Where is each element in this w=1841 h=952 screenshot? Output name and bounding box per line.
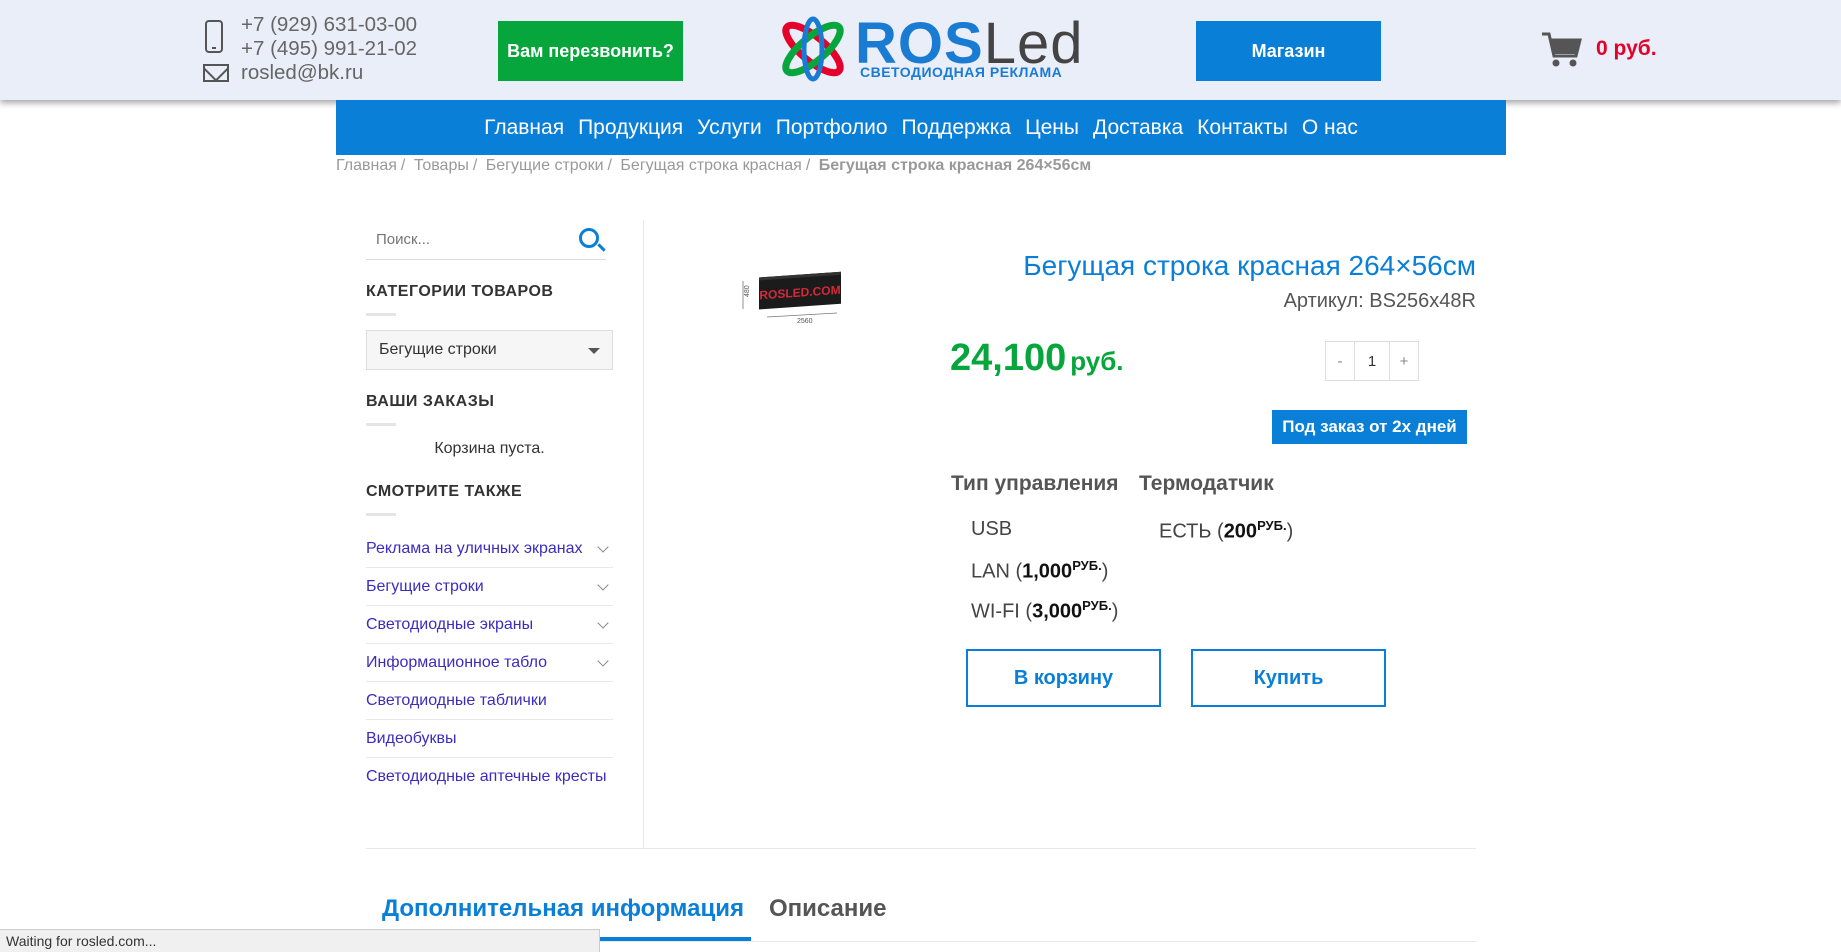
qty-plus-button[interactable]: + — [1389, 341, 1419, 381]
chevron-down-icon — [588, 348, 600, 354]
breadcrumb-current: Бегущая строка красная 264×56см — [818, 157, 1092, 174]
chevron-down-icon[interactable] — [597, 540, 609, 553]
nav-item-support[interactable]: Поддержка — [902, 116, 1012, 140]
mail-icon — [203, 64, 229, 82]
content-divider — [366, 848, 1476, 849]
breadcrumb-parent[interactable]: Бегущая строка красная — [620, 157, 801, 174]
nav-item-about[interactable]: О нас — [1302, 116, 1358, 140]
product-dim-width: 2560 — [797, 318, 813, 325]
tab-description[interactable]: Описание — [769, 895, 887, 923]
chevron-down-icon[interactable] — [597, 616, 609, 629]
shop-button[interactable]: Магазин — [1196, 21, 1381, 81]
qty-minus-button[interactable]: - — [1325, 341, 1355, 381]
product-title: Бегущая строка красная 264×56см — [1023, 250, 1476, 281]
product-price: 24,100 руб. — [950, 337, 1124, 379]
nav-item-contacts[interactable]: Контакты — [1197, 116, 1288, 140]
orders-title: ВАШИ ЗАКАЗЫ — [366, 393, 495, 426]
cart-empty-text: Корзина пуста. — [434, 440, 545, 457]
search-box — [366, 220, 606, 260]
category-select-value: Бегущие строки — [379, 341, 497, 358]
breadcrumb-category[interactable]: Бегущие строки — [486, 157, 604, 174]
callback-button[interactable]: Вам перезвонить? — [498, 21, 683, 81]
see-also-list: Реклама на уличных экранах Бегущие строк… — [366, 530, 613, 796]
logo[interactable]: ROSLed СВЕТОДИОДНАЯ РЕКЛАМА — [775, 14, 1082, 84]
categories-title: КАТЕГОРИИ ТОВАРОВ — [366, 283, 554, 316]
option-lan[interactable]: LAN (1,000РУБ.) — [971, 558, 1108, 584]
nav-item-prices[interactable]: Цены — [1025, 116, 1079, 140]
category-select[interactable]: Бегущие строки — [366, 330, 613, 370]
see-also-item[interactable]: Бегущие строки — [366, 568, 613, 606]
see-also-item[interactable]: Информационное табло — [366, 644, 613, 682]
see-also-title: СМОТРИТЕ ТАКЖЕ — [366, 483, 523, 516]
phone-icon — [205, 20, 223, 53]
see-also-item[interactable]: Реклама на уличных экранах — [366, 530, 613, 568]
breadcrumb: Главная / Товары / Бегущие строки / Бегущая… — [336, 157, 1092, 174]
nav-item-services[interactable]: Услуги — [697, 116, 762, 140]
sensor-title: Термодатчик — [1139, 472, 1274, 495]
product-image[interactable]: ROSLED.COM 480 2560 — [737, 265, 852, 325]
see-also-item[interactable]: Светодиодные экраны — [366, 606, 613, 644]
see-also-item[interactable]: Светодиодные аптечные кресты — [366, 758, 613, 796]
buy-button[interactable]: Купить — [1191, 649, 1386, 707]
search-icon[interactable] — [579, 228, 599, 248]
browser-status-bar: Waiting for rosled.com... — [0, 929, 600, 952]
nav-item-portfolio[interactable]: Портфолио — [776, 116, 888, 140]
phone-2[interactable]: +7 (495) 991-21-02 — [241, 37, 417, 61]
search-input[interactable] — [366, 220, 566, 258]
logo-icon — [782, 16, 844, 82]
nav-item-home[interactable]: Главная — [484, 116, 564, 140]
qty-input[interactable]: 1 — [1355, 341, 1389, 381]
logo-subtitle: СВЕТОДИОДНАЯ РЕКЛАМА — [860, 64, 1063, 80]
cart-icon[interactable] — [1540, 30, 1582, 70]
contact-info: +7 (929) 631-03-00 +7 (495) 991-21-02 ro… — [241, 13, 417, 85]
option-wifi[interactable]: WI-FI (3,000РУБ.) — [971, 598, 1118, 624]
availability-badge: Под заказ от 2х дней — [1272, 410, 1467, 444]
option-sensor-yes[interactable]: ЕСТЬ (200РУБ.) — [1159, 518, 1293, 544]
option-usb[interactable]: USB — [971, 518, 1012, 541]
email-link[interactable]: rosled@bk.ru — [241, 61, 417, 85]
nav-item-products[interactable]: Продукция — [578, 116, 683, 140]
see-also-item[interactable]: Видеобуквы — [366, 720, 613, 758]
add-to-cart-button[interactable]: В корзину — [966, 649, 1161, 707]
main-nav: Главная Продукция Услуги Портфолио Подде… — [336, 100, 1506, 155]
chevron-down-icon[interactable] — [597, 578, 609, 591]
tab-additional-info[interactable]: Дополнительная информация — [382, 895, 744, 923]
quantity-stepper: - 1 + — [1325, 341, 1419, 381]
breadcrumb-goods[interactable]: Товары — [414, 157, 469, 174]
control-type-title: Тип управления — [951, 472, 1119, 495]
chevron-down-icon[interactable] — [597, 654, 609, 667]
sidebar-divider — [643, 220, 644, 848]
product-sku: Артикул: BS256x48R — [1283, 290, 1476, 312]
see-also-item[interactable]: Светодиодные таблички — [366, 682, 613, 720]
cart-total[interactable]: 0 руб. — [1596, 37, 1657, 61]
product-dim-height: 480 — [744, 285, 751, 297]
breadcrumb-home[interactable]: Главная — [336, 157, 397, 174]
nav-item-delivery[interactable]: Доставка — [1093, 116, 1183, 140]
phone-1[interactable]: +7 (929) 631-03-00 — [241, 13, 417, 37]
